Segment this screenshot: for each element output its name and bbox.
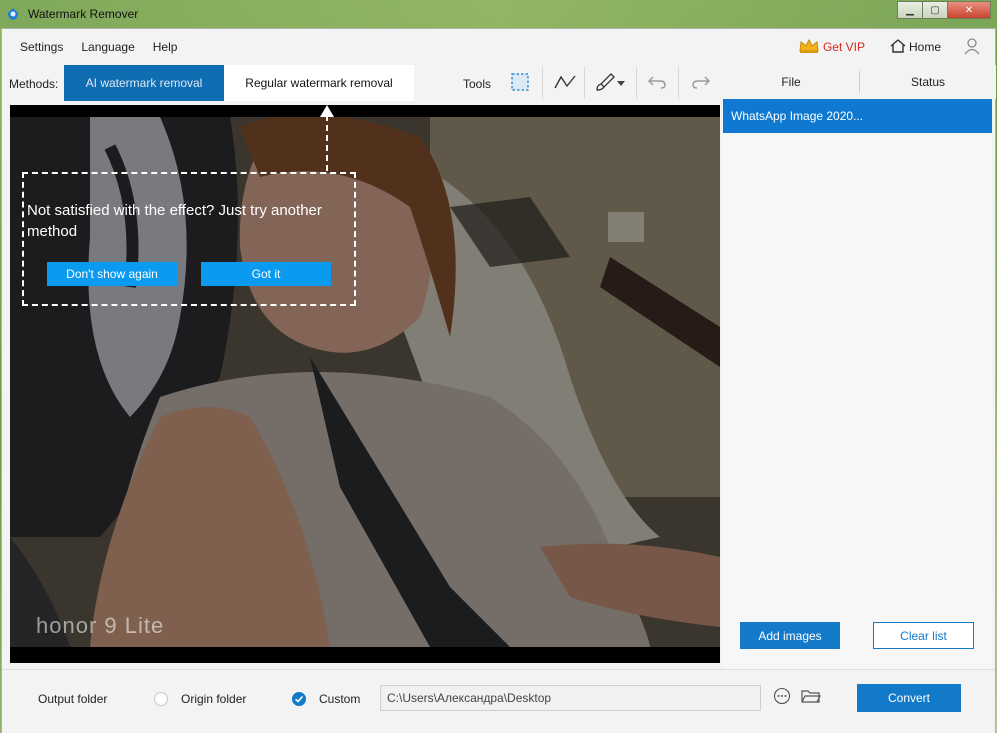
- tab-ai-watermark-removal[interactable]: AI watermark removal: [64, 65, 224, 101]
- methods-label: Methods:: [9, 77, 59, 91]
- origin-folder-label: Origin folder: [181, 692, 247, 706]
- tool-divider: [636, 67, 637, 99]
- file-name: WhatsApp Image 2020...: [731, 109, 864, 123]
- polygon-lasso-tool[interactable]: [550, 69, 580, 97]
- home-label: Home: [908, 40, 941, 54]
- custom-folder-radio[interactable]: [292, 692, 306, 706]
- maximize-button[interactable]: ▢: [922, 1, 948, 19]
- tab-regular-watermark-removal[interactable]: Regular watermark removal: [224, 65, 414, 101]
- menu-right: Get VIP Home: [798, 29, 981, 65]
- tools-label: Tools: [463, 77, 492, 91]
- clear-list-button[interactable]: Clear list: [873, 622, 974, 649]
- menu-settings[interactable]: Settings: [20, 40, 63, 54]
- custom-folder-label: Custom: [319, 692, 361, 706]
- column-status: Status: [910, 75, 946, 89]
- dont-show-again-button[interactable]: Don't show again: [47, 262, 177, 286]
- window-title: Watermark Remover: [28, 7, 139, 21]
- app-logo-icon: [6, 7, 20, 21]
- crown-icon: [798, 38, 820, 57]
- polyline-icon: [553, 72, 577, 95]
- folder-icon: [801, 688, 821, 707]
- tool-divider: [678, 67, 679, 99]
- home-button[interactable]: Home: [889, 38, 941, 57]
- output-path-input[interactable]: [380, 685, 761, 711]
- window-controls: ▁ ▢ ✕: [897, 1, 991, 19]
- home-icon: [889, 38, 907, 57]
- got-it-button[interactable]: Got it: [201, 262, 331, 286]
- file-list-item[interactable]: WhatsApp Image 2020...: [723, 99, 992, 133]
- file-list: WhatsApp Image 2020...: [723, 99, 992, 669]
- output-bar: Output folder Origin folder Custom Conve…: [2, 669, 995, 733]
- origin-folder-radio[interactable]: [154, 692, 168, 706]
- title-bar: Watermark Remover ▁ ▢ ✕: [0, 0, 997, 28]
- close-button[interactable]: ✕: [947, 1, 991, 19]
- get-vip-button[interactable]: Get VIP: [798, 38, 865, 57]
- image-canvas[interactable]: honor 9 Lite Not satisfied with the effe…: [10, 105, 720, 663]
- app-window: Settings Language Help Get VIP Home Meth…: [1, 28, 996, 733]
- checkmark-icon: [294, 695, 304, 703]
- get-vip-label: Get VIP: [822, 40, 865, 54]
- menu-help[interactable]: Help: [153, 40, 178, 54]
- file-list-header: File Status: [723, 65, 996, 99]
- menu-bar: Settings Language Help Get VIP Home: [2, 29, 995, 65]
- tip-dialog: Not satisfied with the effect? Just try …: [22, 172, 356, 306]
- more-options-button[interactable]: [771, 686, 793, 708]
- brush-tool[interactable]: [590, 69, 630, 97]
- output-folder-label: Output folder: [38, 692, 108, 706]
- redo-button[interactable]: [686, 69, 716, 97]
- tip-message: Not satisfied with the effect? Just try …: [27, 202, 322, 240]
- ellipsis-icon: [773, 687, 791, 708]
- browse-folder-button[interactable]: [800, 686, 822, 708]
- undo-icon: [647, 74, 667, 93]
- redo-icon: [691, 74, 711, 93]
- user-icon[interactable]: [963, 37, 981, 58]
- brush-icon: [595, 72, 617, 95]
- rectangle-select-icon: [510, 72, 530, 95]
- tool-divider: [584, 67, 585, 99]
- camera-watermark: honor 9 Lite: [36, 613, 165, 638]
- undo-button[interactable]: [642, 69, 672, 97]
- methods-toolbar: Methods: AI watermark removal Regular wa…: [2, 65, 722, 101]
- tool-divider: [542, 67, 543, 99]
- menu-language[interactable]: Language: [81, 40, 134, 54]
- tip-arrow-line: [326, 115, 328, 171]
- chevron-down-icon: [617, 76, 625, 90]
- column-file: File: [781, 75, 801, 89]
- convert-button[interactable]: Convert: [857, 684, 961, 712]
- minimize-button[interactable]: ▁: [897, 1, 923, 19]
- add-images-button[interactable]: Add images: [740, 622, 840, 649]
- rectangle-select-tool[interactable]: [505, 69, 535, 97]
